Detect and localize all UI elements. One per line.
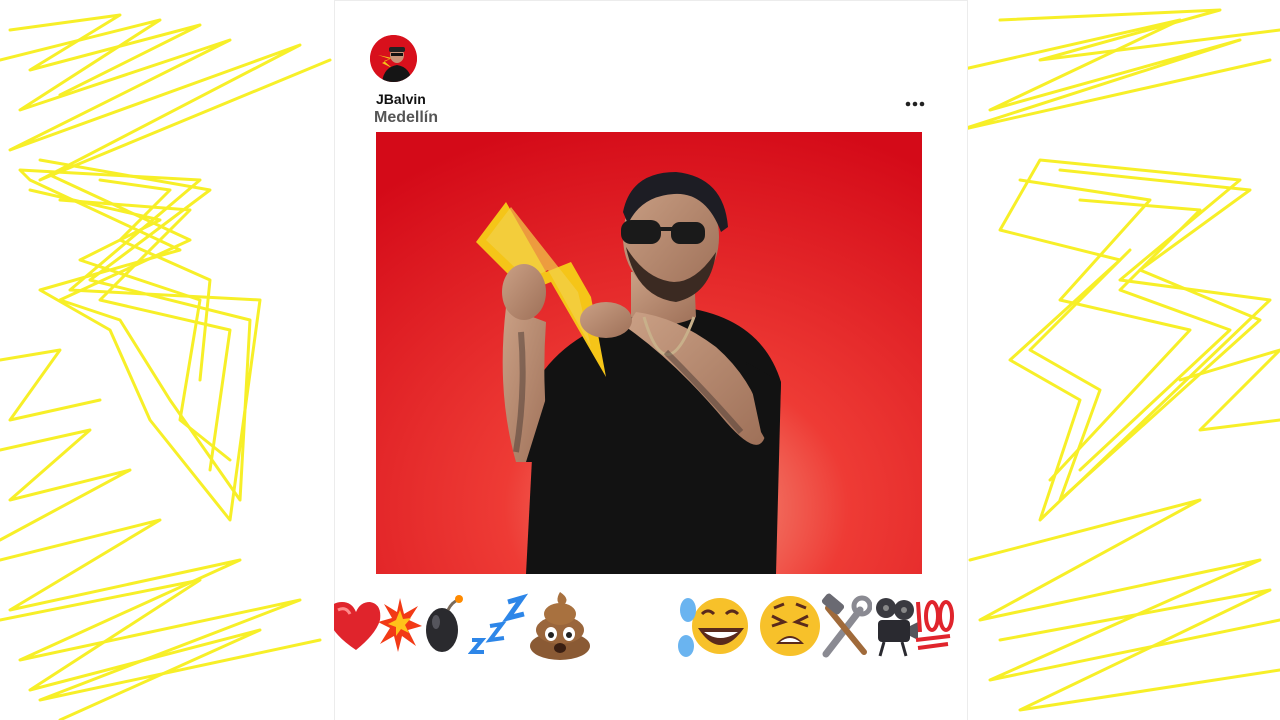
post-photo[interactable] xyxy=(376,132,922,574)
username[interactable]: JBalvin xyxy=(376,90,426,108)
jbalvin-avatar-icon xyxy=(370,35,417,82)
jbalvin-lightning-photo-icon xyxy=(376,132,922,574)
avatar[interactable] xyxy=(370,35,417,82)
sleeping-zzz-emoji-icon[interactable] xyxy=(468,588,528,664)
collision-emoji-icon[interactable] xyxy=(378,588,422,664)
red-heart-emoji-icon[interactable] xyxy=(334,588,382,664)
film-projector-emoji-icon[interactable] xyxy=(872,588,918,664)
pile-of-poo-emoji-icon[interactable] xyxy=(526,588,594,664)
video-frame: JBalvin Medellín xyxy=(0,0,1280,720)
tired-face-emoji-icon[interactable] xyxy=(758,588,822,664)
emoji-reaction-strip xyxy=(334,588,968,668)
face-with-tears-of-joy-emoji-icon[interactable] xyxy=(674,588,750,664)
bomb-emoji-icon[interactable] xyxy=(422,588,466,664)
hammer-and-wrench-emoji-icon[interactable] xyxy=(820,588,872,664)
more-horizontal-icon xyxy=(905,101,925,107)
location[interactable]: Medellín xyxy=(374,108,438,128)
hundred-points-emoji-icon[interactable] xyxy=(914,588,954,664)
more-options-button[interactable] xyxy=(903,96,927,112)
